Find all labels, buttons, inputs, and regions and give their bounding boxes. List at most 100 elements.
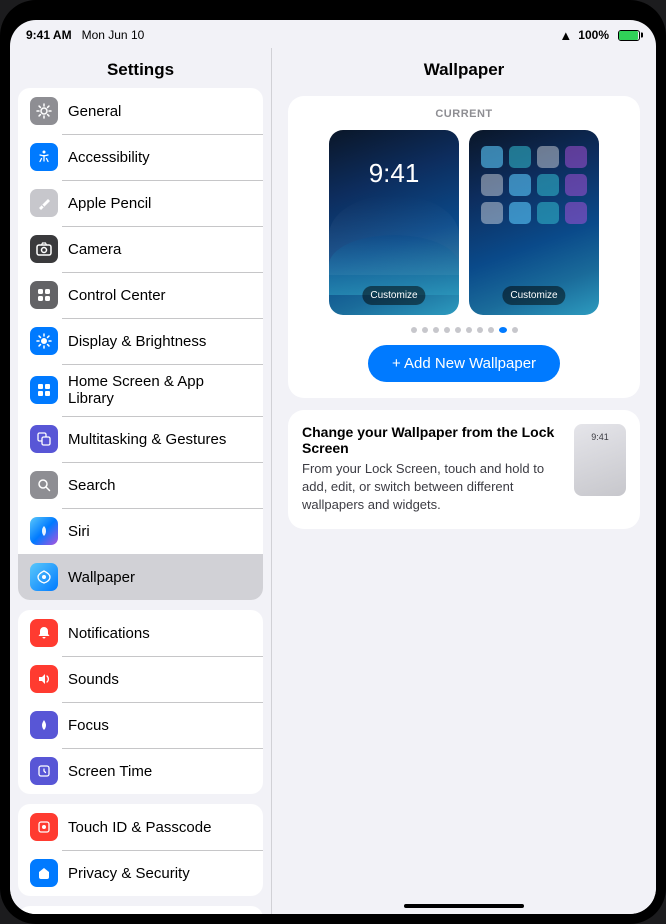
tip-preview-time: 9:41 [591, 432, 609, 442]
app-icon-9 [481, 202, 503, 224]
screen-time-icon [30, 757, 58, 785]
dot-0 [411, 327, 417, 333]
dot-7 [488, 327, 494, 333]
dot-2 [433, 327, 439, 333]
home-customize-btn[interactable]: Customize [502, 286, 565, 305]
status-date: Mon Jun 10 [82, 28, 145, 42]
siri-label: Siri [68, 523, 90, 540]
general-icon [30, 97, 58, 125]
app-icon-3 [537, 146, 559, 168]
sidebar-item-notifications[interactable]: Notifications [18, 610, 263, 656]
accessibility-label: Accessibility [68, 149, 150, 166]
sidebar-item-siri[interactable]: Siri [18, 508, 263, 554]
app-icon-2 [509, 146, 531, 168]
sidebar-title: Settings [10, 48, 271, 88]
sidebar-item-search[interactable]: Search [18, 462, 263, 508]
notifications-icon [30, 619, 58, 647]
camera-icon [30, 235, 58, 263]
wallpaper-panel-title: Wallpaper [272, 48, 656, 88]
apple-pencil-label: Apple Pencil [68, 195, 151, 212]
dot-4 [455, 327, 461, 333]
sidebar-item-touch-id[interactable]: Touch ID & Passcode [18, 804, 263, 850]
home-indicator [404, 904, 524, 908]
sidebar-item-accessibility[interactable]: Accessibility [18, 134, 263, 180]
home-screen-preview[interactable]: Customize [469, 130, 599, 315]
sidebar-group-4: App Store Game Center iClo [18, 906, 263, 914]
dot-9 [512, 327, 518, 333]
app-icon-11 [537, 202, 559, 224]
main-content: Settings General [10, 48, 656, 914]
ipad-screen: 9:41 AM Mon Jun 10 ▲ 100% Settings [10, 20, 656, 914]
wallpaper-previews: 9:41 Customize [300, 130, 628, 315]
dot-5 [466, 327, 472, 333]
sidebar-item-general[interactable]: General [18, 88, 263, 134]
multitasking-icon [30, 425, 58, 453]
sidebar-item-screen-time[interactable]: Screen Time [18, 748, 263, 794]
sidebar-item-multitasking[interactable]: Multitasking & Gestures [18, 416, 263, 462]
status-bar: 9:41 AM Mon Jun 10 ▲ 100% [10, 20, 656, 48]
sounds-label: Sounds [68, 671, 119, 688]
wallpaper-icon [30, 563, 58, 591]
add-wallpaper-label: + Add New Wallpaper [392, 355, 536, 372]
sidebar-scroll: General Accessibility Appl [10, 88, 271, 914]
control-center-icon [30, 281, 58, 309]
ipad-frame: 9:41 AM Mon Jun 10 ▲ 100% Settings [0, 0, 666, 924]
sidebar-item-wallpaper[interactable]: Wallpaper [18, 554, 263, 600]
general-label: General [68, 103, 121, 120]
privacy-label: Privacy & Security [68, 865, 190, 882]
display-label: Display & Brightness [68, 333, 206, 350]
multitasking-label: Multitasking & Gestures [68, 431, 226, 448]
sounds-icon [30, 665, 58, 693]
lock-screen-time: 9:41 [369, 158, 420, 189]
siri-icon [30, 517, 58, 545]
sidebar-item-display[interactable]: Display & Brightness [18, 318, 263, 364]
screen-time-label: Screen Time [68, 763, 152, 780]
wifi-icon: ▲ [559, 28, 572, 43]
sidebar-item-home-screen[interactable]: Home Screen & App Library [18, 364, 263, 416]
notifications-label: Notifications [68, 625, 150, 642]
wallpaper-card: CURRENT 9:41 Customize [288, 96, 640, 398]
battery-icon [618, 30, 640, 41]
touch-id-label: Touch ID & Passcode [68, 819, 211, 836]
sidebar-item-focus[interactable]: Focus [18, 702, 263, 748]
home-screen-icon [30, 376, 58, 404]
sidebar-item-apple-pencil[interactable]: Apple Pencil [18, 180, 263, 226]
app-icon-4 [565, 146, 587, 168]
sidebar-item-privacy[interactable]: Privacy & Security [18, 850, 263, 896]
sidebar-item-control-center[interactable]: Control Center [18, 272, 263, 318]
touch-id-icon [30, 813, 58, 841]
app-icon-8 [565, 174, 587, 196]
sidebar-item-sounds[interactable]: Sounds [18, 656, 263, 702]
accessibility-icon [30, 143, 58, 171]
wallpaper-tip-card: Change your Wallpaper from the Lock Scre… [288, 410, 640, 529]
lock-screen-preview[interactable]: 9:41 Customize [329, 130, 459, 315]
app-icon-7 [537, 174, 559, 196]
app-icon-10 [509, 202, 531, 224]
sidebar-item-camera[interactable]: Camera [18, 226, 263, 272]
privacy-icon [30, 859, 58, 887]
add-wallpaper-button[interactable]: + Add New Wallpaper [368, 345, 560, 382]
wallpaper-label: Wallpaper [68, 569, 135, 586]
battery-percent: 100% [578, 28, 609, 42]
app-icon-6 [509, 174, 531, 196]
camera-label: Camera [68, 241, 121, 258]
search-icon [30, 471, 58, 499]
tip-desc: From your Lock Screen, touch and hold to… [302, 460, 562, 515]
tip-preview: 9:41 [574, 424, 626, 496]
sidebar-group-1: General Accessibility Appl [18, 88, 263, 600]
apple-pencil-icon [30, 189, 58, 217]
app-icon-5 [481, 174, 503, 196]
control-center-label: Control Center [68, 287, 166, 304]
sidebar: Settings General [10, 48, 272, 914]
dot-6 [477, 327, 483, 333]
home-screen-icons [481, 146, 587, 224]
sidebar-item-app-store[interactable]: App Store [18, 906, 263, 914]
lock-customize-btn[interactable]: Customize [362, 286, 425, 305]
status-time: 9:41 AM [26, 28, 72, 42]
sidebar-group-3: Touch ID & Passcode Privacy & Security [18, 804, 263, 896]
display-icon [30, 327, 58, 355]
page-dots [300, 327, 628, 333]
dot-3 [444, 327, 450, 333]
dot-8 [499, 327, 507, 333]
current-label: CURRENT [300, 108, 628, 120]
